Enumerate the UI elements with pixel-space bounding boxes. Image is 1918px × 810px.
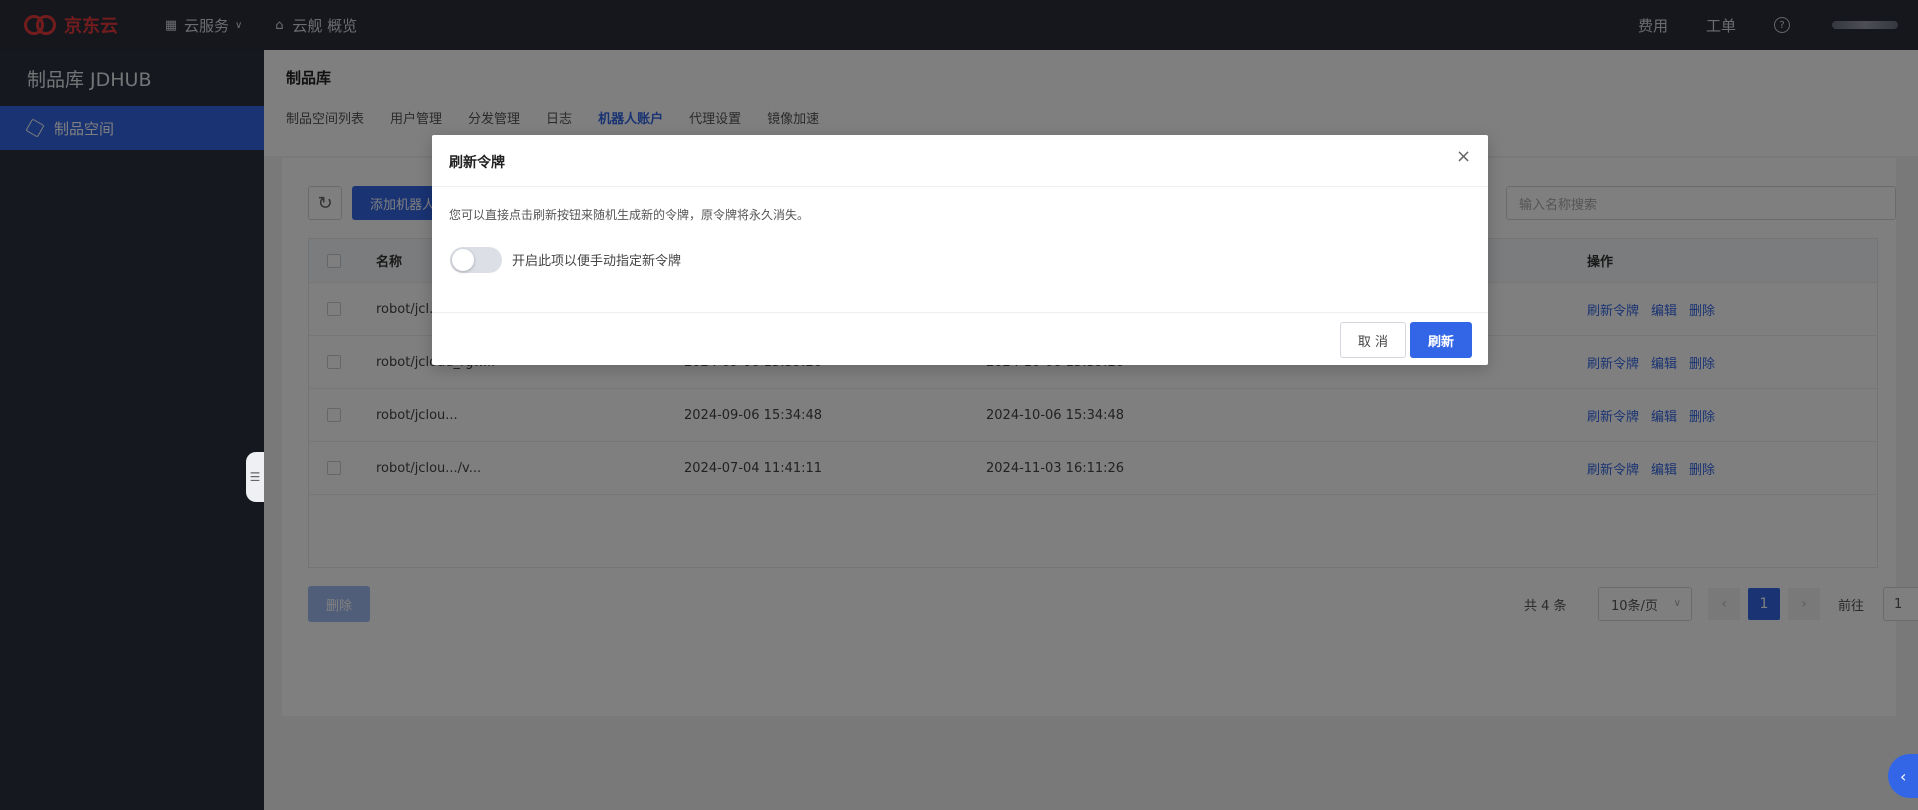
dialog-title: 刷新令牌 [449, 155, 505, 171]
cancel-button[interactable]: 取 消 [1340, 322, 1406, 358]
toggle-knob [452, 249, 474, 271]
chevron-left-icon: ‹ [1900, 766, 1907, 786]
menu-icon: ☰ [249, 470, 261, 484]
sidebar-collapse-handle[interactable]: ☰ [246, 452, 264, 502]
dialog-description: 您可以直接点击刷新按钮来随机生成新的令牌，原令牌将永久消失。 [449, 208, 810, 222]
dialog-header: 刷新令牌 × [432, 135, 1488, 187]
manual-token-toggle[interactable] [450, 247, 502, 273]
toggle-label: 开启此项以便手动指定新令牌 [512, 254, 682, 269]
dialog-footer: 取 消 刷新 [432, 312, 1488, 365]
refresh-button-confirm[interactable]: 刷新 [1410, 322, 1472, 358]
refresh-token-dialog: 刷新令牌 × 您可以直接点击刷新按钮来随机生成新的令牌，原令牌将永久消失。 开启… [432, 135, 1488, 365]
modal-overlay[interactable] [0, 0, 1918, 810]
close-icon[interactable]: × [1456, 148, 1472, 166]
